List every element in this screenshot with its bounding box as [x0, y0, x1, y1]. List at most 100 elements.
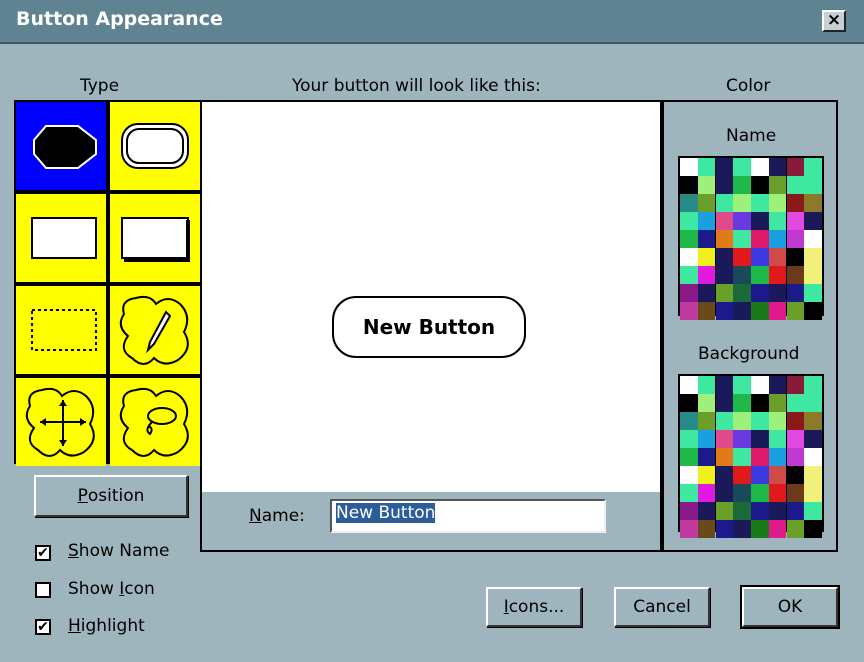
color-swatch[interactable]: [680, 430, 698, 448]
color-swatch[interactable]: [715, 176, 733, 194]
type-dotted-rectangle[interactable]: [16, 286, 106, 374]
color-swatch[interactable]: [715, 248, 733, 266]
color-swatch[interactable]: [804, 176, 822, 194]
color-swatch[interactable]: [715, 394, 733, 412]
color-swatch[interactable]: [804, 412, 822, 430]
color-swatch[interactable]: [680, 212, 698, 230]
color-swatch[interactable]: [715, 484, 733, 502]
type-plain-rectangle[interactable]: [16, 194, 106, 282]
color-swatch[interactable]: [697, 412, 716, 430]
color-swatch[interactable]: [680, 302, 698, 320]
color-swatch[interactable]: [768, 448, 787, 466]
color-swatch[interactable]: [680, 248, 698, 266]
color-swatch[interactable]: [768, 520, 787, 538]
color-swatch[interactable]: [697, 230, 716, 248]
color-swatch[interactable]: [768, 230, 787, 248]
color-swatch[interactable]: [804, 212, 822, 230]
color-swatch[interactable]: [715, 412, 733, 430]
color-swatch[interactable]: [768, 502, 787, 520]
color-swatch[interactable]: [786, 502, 804, 520]
color-swatch[interactable]: [733, 284, 751, 302]
color-swatch[interactable]: [768, 212, 787, 230]
color-swatch[interactable]: [786, 394, 804, 412]
color-swatch[interactable]: [768, 466, 787, 484]
color-swatch[interactable]: [786, 484, 804, 502]
color-swatch[interactable]: [697, 176, 716, 194]
color-swatch[interactable]: [768, 284, 787, 302]
color-swatch[interactable]: [751, 412, 769, 430]
color-swatch[interactable]: [733, 430, 751, 448]
color-swatch[interactable]: [697, 158, 716, 176]
color-swatch[interactable]: [804, 266, 822, 284]
color-swatch[interactable]: [733, 248, 751, 266]
show-icon-checkbox[interactable]: [35, 582, 51, 598]
color-swatch[interactable]: [715, 212, 733, 230]
color-swatch[interactable]: [680, 466, 698, 484]
color-swatch[interactable]: [768, 484, 787, 502]
show-name-checkbox[interactable]: ✔: [35, 545, 51, 561]
color-swatch[interactable]: [697, 376, 716, 394]
color-swatch[interactable]: [697, 394, 716, 412]
color-swatch[interactable]: [715, 430, 733, 448]
color-swatch[interactable]: [733, 194, 751, 212]
color-swatch[interactable]: [733, 302, 751, 320]
background-color-palette[interactable]: [678, 374, 824, 538]
color-swatch[interactable]: [751, 194, 769, 212]
color-swatch[interactable]: [786, 176, 804, 194]
type-freehand-move[interactable]: [16, 378, 106, 466]
color-swatch[interactable]: [680, 412, 698, 430]
color-swatch[interactable]: [768, 394, 787, 412]
color-swatch[interactable]: [786, 158, 804, 176]
color-swatch[interactable]: [680, 448, 698, 466]
color-swatch[interactable]: [733, 466, 751, 484]
color-swatch[interactable]: [751, 394, 769, 412]
color-swatch[interactable]: [768, 430, 787, 448]
color-swatch[interactable]: [751, 302, 769, 320]
color-swatch[interactable]: [697, 484, 716, 502]
icons-button[interactable]: Icons...: [486, 587, 582, 627]
color-swatch[interactable]: [715, 158, 733, 176]
color-swatch[interactable]: [804, 248, 822, 266]
color-swatch[interactable]: [751, 376, 769, 394]
color-swatch[interactable]: [680, 194, 698, 212]
color-swatch[interactable]: [733, 230, 751, 248]
color-swatch[interactable]: [804, 484, 822, 502]
color-swatch[interactable]: [733, 266, 751, 284]
position-button[interactable]: Position: [34, 475, 188, 517]
color-swatch[interactable]: [751, 266, 769, 284]
color-swatch[interactable]: [715, 284, 733, 302]
color-swatch[interactable]: [751, 484, 769, 502]
color-swatch[interactable]: [804, 430, 822, 448]
color-swatch[interactable]: [786, 448, 804, 466]
color-swatch[interactable]: [715, 448, 733, 466]
color-swatch[interactable]: [804, 520, 822, 538]
color-swatch[interactable]: [733, 394, 751, 412]
color-swatch[interactable]: [804, 230, 822, 248]
ok-button[interactable]: OK: [740, 585, 840, 629]
color-swatch[interactable]: [786, 466, 804, 484]
color-swatch[interactable]: [697, 302, 716, 320]
color-swatch[interactable]: [751, 158, 769, 176]
color-swatch[interactable]: [697, 430, 716, 448]
type-filled-rounded[interactable]: [16, 102, 106, 190]
name-input[interactable]: New Button: [330, 499, 606, 533]
color-swatch[interactable]: [680, 520, 698, 538]
color-swatch[interactable]: [786, 302, 804, 320]
color-swatch[interactable]: [680, 266, 698, 284]
color-swatch[interactable]: [697, 266, 716, 284]
color-swatch[interactable]: [715, 230, 733, 248]
color-swatch[interactable]: [768, 376, 787, 394]
color-swatch[interactable]: [804, 194, 822, 212]
type-freehand-lasso[interactable]: [110, 378, 200, 466]
color-swatch[interactable]: [786, 248, 804, 266]
color-swatch[interactable]: [680, 284, 698, 302]
type-freehand-draw[interactable]: [110, 286, 200, 374]
color-swatch[interactable]: [680, 502, 698, 520]
color-swatch[interactable]: [715, 302, 733, 320]
color-swatch[interactable]: [733, 502, 751, 520]
color-swatch[interactable]: [768, 194, 787, 212]
color-swatch[interactable]: [680, 176, 698, 194]
color-swatch[interactable]: [697, 502, 716, 520]
color-swatch[interactable]: [715, 194, 733, 212]
type-shadow-rectangle[interactable]: [110, 194, 200, 282]
